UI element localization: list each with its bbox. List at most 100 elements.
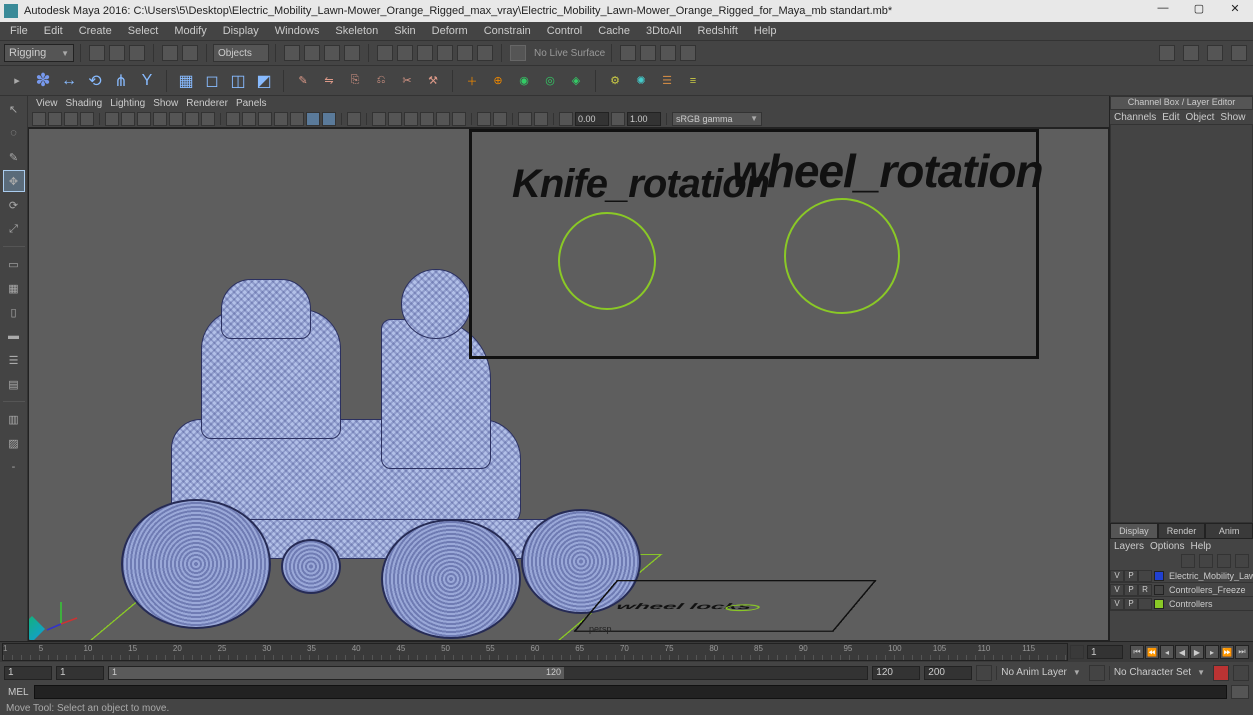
shelf-freeze-icon[interactable]: ✽	[32, 70, 54, 92]
render-icon[interactable]	[417, 45, 433, 61]
prefs-icon[interactable]	[1233, 665, 1249, 681]
menu-control[interactable]: Control	[541, 24, 588, 38]
shelf-cluster-icon[interactable]: ◻	[201, 70, 223, 92]
vp-use-lights-icon[interactable]	[274, 112, 288, 126]
vp-menu-panels[interactable]: Panels	[236, 98, 267, 109]
shelf-constraint-point-icon[interactable]: ＋	[461, 70, 483, 92]
vp-xray-icon[interactable]	[322, 112, 336, 126]
cb-menu-channels[interactable]: Channels	[1114, 112, 1156, 123]
layer-row[interactable]: V P R Controllers_Freeze	[1110, 583, 1253, 597]
vp-menu-show[interactable]: Show	[153, 98, 178, 109]
timeline-current-field[interactable]	[1087, 645, 1123, 659]
layer-color-swatch[interactable]	[1154, 599, 1164, 609]
cb-menu-object[interactable]: Object	[1186, 112, 1215, 123]
vp-isolate-icon[interactable]	[347, 112, 361, 126]
layer-name[interactable]: Controllers_Freeze	[1166, 585, 1253, 595]
vp-field-chart-icon[interactable]	[169, 112, 183, 126]
range-slider[interactable]: 1201	[108, 666, 868, 680]
char-set-icon[interactable]	[1089, 665, 1105, 681]
snap-curve-icon[interactable]	[304, 45, 320, 61]
layer-vis-toggle[interactable]: V	[1110, 570, 1124, 582]
modeling-toolkit-toggle-icon[interactable]	[1231, 45, 1247, 61]
layer-playback-toggle[interactable]: P	[1124, 598, 1138, 610]
layer-menu-help[interactable]: Help	[1190, 541, 1211, 552]
cb-menu-show[interactable]: Show	[1220, 112, 1245, 123]
vp-gate-mask-icon[interactable]	[153, 112, 167, 126]
layer-movedown-icon[interactable]	[1199, 554, 1213, 568]
time-slider[interactable]: 1510152025303540455055606570758085909510…	[2, 643, 1068, 661]
open-scene-icon[interactable]	[109, 45, 125, 61]
vp-safe-action-icon[interactable]	[185, 112, 199, 126]
step-back-key-icon[interactable]: ⏪	[1145, 645, 1159, 659]
shelf-toggle-icon[interactable]: ▸	[6, 70, 28, 92]
undo-icon[interactable]	[162, 45, 178, 61]
vp-image-plane-icon[interactable]	[64, 112, 78, 126]
menu-deform[interactable]: Deform	[426, 24, 474, 38]
layout-hypershade-icon[interactable]: ▥	[3, 408, 25, 430]
shelf-joint-icon[interactable]: ⋔	[110, 70, 132, 92]
vp-grid-icon[interactable]	[105, 112, 119, 126]
menu-create[interactable]: Create	[73, 24, 118, 38]
shelf-blend-icon[interactable]: ◩	[253, 70, 275, 92]
play-fwd-icon[interactable]: ▶	[1190, 645, 1204, 659]
play-back-icon[interactable]: ◀	[1175, 645, 1189, 659]
move-tool[interactable]: ✥	[3, 170, 25, 192]
layout-uv-icon[interactable]: ▨	[3, 432, 25, 454]
save-scene-icon[interactable]	[129, 45, 145, 61]
maximize-button[interactable]: ▢	[1185, 2, 1213, 20]
menu-cache[interactable]: Cache	[592, 24, 636, 38]
vp-textured-icon[interactable]	[258, 112, 272, 126]
layer-type-toggle[interactable]	[1138, 570, 1152, 582]
timeline-sound-icon[interactable]	[1070, 645, 1084, 659]
vp-view-transform-icon[interactable]	[518, 112, 532, 126]
shelf-smooth-bind-icon[interactable]: ⎌	[370, 70, 392, 92]
layer-new-empty-icon[interactable]	[1217, 554, 1231, 568]
menu-skin[interactable]: Skin	[388, 24, 421, 38]
layout-four-icon[interactable]: ▦	[3, 277, 25, 299]
shelf-copy-weights-icon[interactable]: ⎘	[344, 70, 366, 92]
layer-new-selected-icon[interactable]	[1235, 554, 1249, 568]
menu-windows[interactable]: Windows	[269, 24, 326, 38]
layer-type-toggle[interactable]	[1138, 598, 1152, 610]
autokey-toggle[interactable]	[1213, 665, 1229, 681]
rig-hud-panel[interactable]: Knife_rotation wheel_rotation	[469, 129, 1039, 359]
vp-fieldlock-icon[interactable]	[559, 112, 573, 126]
menu-skeleton[interactable]: Skeleton	[329, 24, 384, 38]
menu-redshift[interactable]: Redshift	[692, 24, 744, 38]
shelf-mirror-weights-icon[interactable]: ⇋	[318, 70, 340, 92]
vp-menu-shading[interactable]: Shading	[66, 98, 103, 109]
shelf-detach-icon[interactable]: ✂	[396, 70, 418, 92]
vp-gamma-field[interactable]	[627, 112, 661, 126]
shelf-set-driven-icon[interactable]: ⚙	[604, 70, 626, 92]
layer-tab-render[interactable]: Render	[1158, 523, 1206, 539]
step-fwd-icon[interactable]: ▸	[1205, 645, 1219, 659]
cmd-lang-label[interactable]: MEL	[4, 687, 34, 698]
layout-two-v-icon[interactable]: ▯	[3, 301, 25, 323]
wheel-rotation-control[interactable]	[784, 198, 900, 314]
shelf-wrap-icon[interactable]: ◫	[227, 70, 249, 92]
vp-menu-renderer[interactable]: Renderer	[186, 98, 228, 109]
close-button[interactable]: ✕	[1221, 2, 1249, 20]
toggle-panel2-icon[interactable]	[660, 45, 676, 61]
layout-two-h-icon[interactable]: ▬	[3, 325, 25, 347]
attr-editor-toggle-icon[interactable]	[1159, 45, 1175, 61]
range-max-field[interactable]	[924, 666, 972, 680]
shelf-quick-rig-icon[interactable]: ✺	[630, 70, 652, 92]
anim-layer-icon[interactable]	[976, 665, 992, 681]
vp-smooth-shade-icon[interactable]	[242, 112, 256, 126]
select-tool[interactable]: ↖	[3, 98, 25, 120]
layer-menu-layers[interactable]: Layers	[1114, 541, 1144, 552]
layer-type-toggle[interactable]: R	[1138, 584, 1152, 596]
layer-row[interactable]: V P Controllers	[1110, 597, 1253, 611]
vp-exposure-icon[interactable]	[477, 112, 491, 126]
vp-dof-icon[interactable]	[452, 112, 466, 126]
shelf-constraint-parent-icon[interactable]: ◉	[513, 70, 535, 92]
selection-mask-select[interactable]: Objects	[213, 44, 269, 62]
redo-icon[interactable]	[182, 45, 198, 61]
menu-modify[interactable]: Modify	[168, 24, 212, 38]
shelf-expression-icon[interactable]: ≡	[682, 70, 704, 92]
vp-bookmarks-icon[interactable]	[48, 112, 62, 126]
history-icon[interactable]	[377, 45, 393, 61]
layer-menu-options[interactable]: Options	[1150, 541, 1184, 552]
vp-multisample-icon[interactable]	[436, 112, 450, 126]
